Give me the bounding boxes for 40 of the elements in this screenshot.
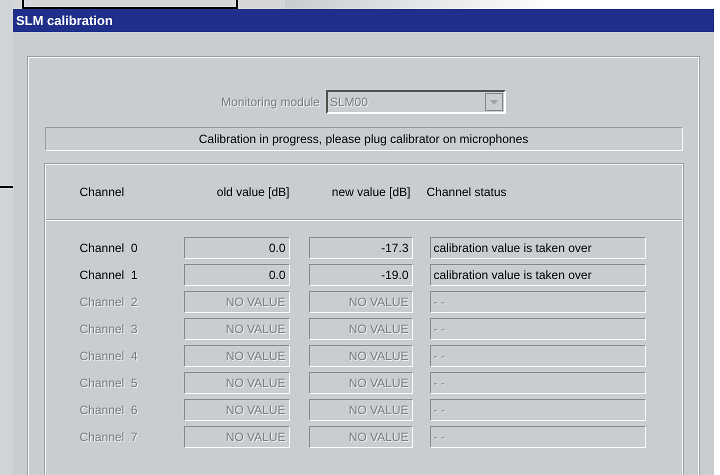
channel-status-field: - - [430, 426, 646, 448]
channel-status-field: - - [430, 399, 646, 421]
channel-label: Channel 4 [80, 348, 139, 365]
column-header: old value [dB] [216, 184, 290, 201]
channel-status-field: - - [430, 372, 646, 394]
channel-status-field: - - [430, 318, 646, 340]
channel-status-field: calibration value is taken over [430, 237, 646, 259]
new-value-field: NO VALUE [308, 426, 412, 448]
new-value-field: -17.3 [308, 237, 412, 259]
channel-label: Channel 0 [80, 240, 139, 257]
old-value-field: 0.0 [184, 237, 290, 259]
window-title: SLM calibration [13, 9, 714, 32]
monitoring-module-label: Monitoring module [221, 94, 320, 111]
channel-label: Channel 6 [80, 402, 139, 419]
new-value-field: NO VALUE [308, 318, 412, 340]
old-value-field: NO VALUE [184, 372, 290, 394]
old-value-field: NO VALUE [184, 426, 290, 448]
old-value-field: 0.0 [184, 264, 290, 286]
column-header: Channel status [426, 184, 507, 201]
column-header: Channel [80, 184, 126, 201]
channel-label: Channel 2 [80, 294, 139, 311]
column-header: new value [dB] [330, 184, 410, 201]
channel-label: Channel 3 [80, 321, 139, 338]
channel-status-field: calibration value is taken over [430, 264, 646, 286]
dropdown-value: SLM00 [330, 94, 368, 111]
channel-status-field: - - [430, 291, 646, 313]
channel-label: Channel 5 [80, 375, 139, 392]
channel-status-field: - - [430, 345, 646, 367]
old-value-field: NO VALUE [184, 291, 290, 313]
new-value-field: NO VALUE [308, 372, 412, 394]
new-value-field: NO VALUE [308, 345, 412, 367]
old-value-field: NO VALUE [184, 399, 290, 421]
new-value-field: -19.0 [308, 264, 412, 286]
channel-label: Channel 1 [80, 267, 139, 284]
new-value-field: NO VALUE [308, 399, 412, 421]
status-message: Calibration in progress, please plug calibrator on microphones [44, 127, 682, 151]
old-value-field: NO VALUE [184, 318, 290, 340]
new-value-field: NO VALUE [308, 291, 412, 313]
old-value-field: NO VALUE [184, 345, 290, 367]
channel-label: Channel 7 [80, 429, 139, 446]
